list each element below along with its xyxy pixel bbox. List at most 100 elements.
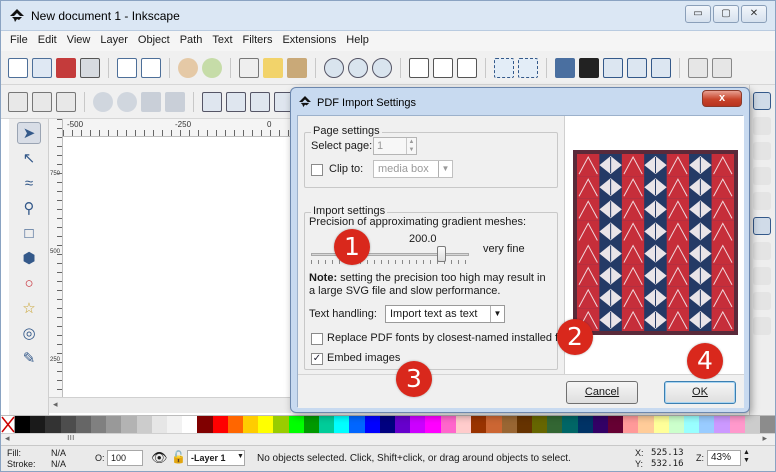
- menu-view[interactable]: View: [62, 31, 96, 51]
- color-swatch[interactable]: [227, 416, 244, 433]
- align-distribute-icon[interactable]: [627, 57, 647, 78]
- print-icon[interactable]: [80, 57, 100, 78]
- select-all-layers-icon[interactable]: [32, 91, 52, 112]
- color-swatch[interactable]: [653, 416, 669, 433]
- color-swatch[interactable]: [151, 416, 168, 433]
- ellipse-tool-icon[interactable]: ○: [17, 272, 41, 294]
- color-swatch[interactable]: [60, 416, 76, 433]
- ungroup-icon[interactable]: [518, 57, 538, 78]
- clone-icon[interactable]: [433, 57, 453, 78]
- menu-layer[interactable]: Layer: [95, 31, 133, 51]
- fill-value[interactable]: N/A: [51, 448, 66, 458]
- color-swatch[interactable]: [395, 416, 411, 433]
- flip-vertical-icon[interactable]: [165, 91, 185, 112]
- rotate-ccw-icon[interactable]: [93, 91, 113, 112]
- drawing-canvas[interactable]: [63, 137, 291, 397]
- new-document-icon[interactable]: [8, 57, 28, 78]
- cut-icon[interactable]: [263, 57, 283, 78]
- color-swatch[interactable]: [759, 416, 775, 433]
- menu-extensions[interactable]: Extensions: [277, 31, 341, 51]
- deselect-icon[interactable]: [56, 91, 76, 112]
- menu-filters[interactable]: Filters: [238, 31, 278, 51]
- color-swatch[interactable]: [592, 416, 608, 433]
- pencil-tool-icon[interactable]: ✎: [17, 347, 41, 369]
- color-swatch[interactable]: [273, 416, 289, 433]
- menu-object[interactable]: Object: [133, 31, 175, 51]
- zoom-selection-icon[interactable]: [324, 57, 344, 78]
- snap-bbox-midpoint-icon[interactable]: [753, 192, 771, 210]
- snap-nodes-icon[interactable]: [753, 217, 771, 235]
- color-swatch[interactable]: [729, 416, 745, 433]
- zoom-tool-icon[interactable]: ⚲: [17, 197, 41, 219]
- menu-file[interactable]: File: [5, 31, 33, 51]
- color-swatch[interactable]: [334, 416, 350, 433]
- embed-images-checkbox[interactable]: ✓: [311, 353, 323, 365]
- lower-icon[interactable]: [250, 91, 270, 112]
- opacity-input[interactable]: 100: [107, 450, 143, 466]
- horizontal-scrollbar[interactable]: ◂: [49, 397, 291, 413]
- color-swatch[interactable]: [531, 416, 548, 433]
- color-swatch[interactable]: [516, 416, 532, 433]
- color-swatch[interactable]: [106, 416, 122, 433]
- rotate-cw-icon[interactable]: [117, 91, 137, 112]
- spin-arrows-icon[interactable]: ▲ ▼: [406, 138, 416, 154]
- rectangle-tool-icon[interactable]: □: [17, 222, 41, 244]
- clip-to-select[interactable]: media box ▼: [373, 160, 453, 178]
- color-swatch[interactable]: [303, 416, 320, 433]
- raise-to-top-icon[interactable]: [202, 91, 222, 112]
- color-swatch[interactable]: [121, 416, 137, 433]
- snap-bbox-corner-icon[interactable]: [753, 167, 771, 185]
- maximize-button[interactable]: ▢: [713, 5, 739, 23]
- color-swatch[interactable]: [349, 416, 365, 433]
- color-swatch[interactable]: [319, 416, 335, 433]
- color-swatch[interactable]: [45, 416, 61, 433]
- color-swatch[interactable]: [501, 416, 517, 433]
- color-swatch[interactable]: [364, 416, 380, 433]
- raise-icon[interactable]: [226, 91, 246, 112]
- precision-slider-thumb[interactable]: [436, 246, 446, 262]
- node-tool-icon[interactable]: ↖: [17, 147, 41, 169]
- color-swatch[interactable]: [75, 416, 92, 433]
- copy-icon[interactable]: [239, 57, 259, 78]
- stroke-value[interactable]: N/A: [51, 459, 66, 469]
- redo-icon[interactable]: [202, 57, 222, 78]
- preferences-icon[interactable]: [688, 57, 708, 78]
- duplicate-icon[interactable]: [409, 57, 429, 78]
- menu-text[interactable]: Text: [207, 31, 237, 51]
- color-swatch[interactable]: [212, 416, 228, 433]
- color-swatch[interactable]: [486, 416, 502, 433]
- import-icon[interactable]: [117, 57, 137, 78]
- color-swatch[interactable]: [699, 416, 715, 433]
- snap-smooth-icon[interactable]: [753, 317, 771, 335]
- menu-edit[interactable]: Edit: [33, 31, 62, 51]
- export-icon[interactable]: [141, 57, 161, 78]
- color-swatch[interactable]: [714, 416, 730, 433]
- text-handling-select[interactable]: Import text as text ▼: [385, 305, 505, 323]
- save-document-icon[interactable]: [56, 57, 76, 78]
- spiral-tool-icon[interactable]: ◎: [17, 322, 41, 344]
- color-swatch[interactable]: [136, 416, 152, 433]
- menu-help[interactable]: Help: [341, 31, 374, 51]
- undo-icon[interactable]: [178, 57, 198, 78]
- 3d-box-tool-icon[interactable]: ⬢: [17, 247, 41, 269]
- color-swatch[interactable]: [455, 416, 472, 433]
- color-swatch[interactable]: [258, 416, 274, 433]
- color-swatch[interactable]: [638, 416, 654, 433]
- color-swatch[interactable]: [425, 416, 441, 433]
- eye-visibility-icon[interactable]: 👁: [151, 450, 168, 466]
- zoom-input[interactable]: 43%: [707, 450, 741, 466]
- zoom-page-icon[interactable]: [372, 57, 392, 78]
- replace-fonts-checkbox[interactable]: [311, 333, 323, 345]
- color-swatch[interactable]: [379, 416, 396, 433]
- chevron-down-icon[interactable]: ▼: [438, 161, 452, 177]
- transform-icon[interactable]: [651, 57, 671, 78]
- color-swatch[interactable]: [683, 416, 700, 433]
- color-swatch[interactable]: [547, 416, 563, 433]
- document-properties-icon[interactable]: [712, 57, 732, 78]
- select-page-input[interactable]: 1 ▲ ▼: [373, 137, 417, 155]
- snap-bbox-edge-icon[interactable]: [753, 142, 771, 160]
- chevron-down-icon[interactable]: ▼: [490, 306, 504, 322]
- color-swatch[interactable]: [15, 416, 31, 433]
- color-swatch[interactable]: [577, 416, 593, 433]
- color-swatch[interactable]: [562, 416, 578, 433]
